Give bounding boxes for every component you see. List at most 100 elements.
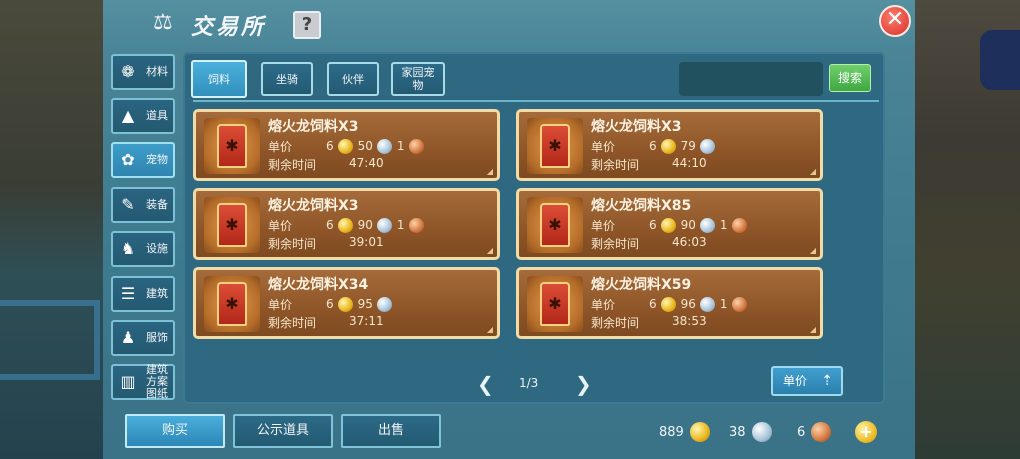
item-thumbnail: ✱ (527, 118, 583, 174)
sidebar-item-blueprints[interactable]: ▥ 建筑方案图纸 (111, 364, 175, 400)
sidebar-item-label: 服饰 (146, 331, 168, 344)
item-name: 熔火龙饲料X3 (591, 119, 682, 135)
copper-balance: 6 (797, 422, 832, 442)
gold-amount: 6 (649, 218, 657, 232)
materials-icon: ❁ (121, 62, 135, 81)
item-name: 熔火龙饲料X85 (591, 198, 692, 214)
gold-amount: 6 (649, 297, 657, 311)
sidebar-item-label: 道具 (146, 109, 168, 122)
sidebar-item-tools[interactable]: ▲ 道具 (111, 98, 175, 134)
silver-balance-value: 38 (729, 424, 746, 440)
title-bar: ⚖ 交易所 ? ✕ (103, 0, 915, 48)
next-page-button[interactable]: ❯ (575, 372, 592, 396)
silver-coin-icon (376, 138, 392, 154)
sidebar-item-pets[interactable]: ✿ 宠物 (111, 142, 175, 178)
tab-mounts[interactable]: 坐骑 (261, 62, 313, 96)
listing-card[interactable]: ✱ 熔火龙饲料X3 单价 6 90 1 剩余时间 39:01 ◢ (193, 188, 500, 260)
time-label: 剩余时间 (268, 158, 317, 172)
silver-coin-icon (376, 296, 392, 312)
blueprint-icon: ▥ (120, 372, 136, 391)
gold-amount: 6 (326, 139, 334, 153)
search-input[interactable] (679, 62, 823, 96)
silver-coin-icon (376, 217, 392, 233)
sort-label: 单价 (783, 374, 808, 388)
gold-amount: 6 (326, 218, 334, 232)
listing-card[interactable]: ✱ 熔火龙饲料X85 单价 6 90 1 剩余时间 46:03 ◢ (516, 188, 823, 260)
time-label: 剩余时间 (591, 316, 640, 330)
prev-page-button[interactable]: ❮ (477, 372, 494, 396)
copper-coin-icon (408, 217, 424, 233)
item-name: 熔火龙饲料X3 (268, 198, 359, 214)
time-remaining: 47:40 (349, 156, 384, 170)
gold-coin-icon (660, 138, 676, 154)
gold-balance-value: 889 (659, 424, 684, 440)
price-label: 单价 (591, 140, 616, 154)
sort-by-price-button[interactable]: 单价 ⇡ (771, 366, 843, 396)
copper-coin-icon (811, 422, 832, 442)
exchange-panel: ⚖ 交易所 ? ✕ ❁ 材料 ▲ 道具 ✿ 宠物 ✎ 装备 ♞ 设施 ☰ 建筑 … (103, 0, 915, 459)
silver-coin-icon (699, 217, 715, 233)
time-remaining: 37:11 (349, 314, 384, 328)
sidebar-item-buildings[interactable]: ☰ 建筑 (111, 276, 175, 312)
page-title: 交易所 (191, 15, 267, 40)
sidebar-item-label: 建筑方案图纸 (146, 363, 168, 400)
item-thumbnail: ✱ (204, 276, 260, 332)
price-values: 6 90 1 (326, 216, 429, 234)
copper-balance-value: 6 (797, 424, 806, 440)
search-button[interactable]: 搜索 (829, 64, 871, 92)
corner-mark-icon: ◢ (486, 246, 493, 255)
sidebar-item-equipment[interactable]: ✎ 装备 (111, 187, 175, 223)
listing-card[interactable]: ✱ 熔火龙饲料X3 单价 6 50 1 剩余时间 47:40 ◢ (193, 109, 500, 181)
gold-amount: 6 (326, 297, 334, 311)
corner-mark-icon: ◢ (486, 167, 493, 176)
corner-mark-icon: ◢ (809, 246, 816, 255)
listing-card[interactable]: ✱ 熔火龙饲料X34 单价 6 95 剩余时间 37:11 ◢ (193, 267, 500, 339)
background-left (0, 0, 110, 459)
item-name: 熔火龙饲料X3 (268, 119, 359, 135)
sidebar-item-facilities[interactable]: ♞ 设施 (111, 231, 175, 267)
price-values: 6 50 1 (326, 137, 429, 155)
silver-amount: 79 (680, 139, 696, 153)
time-label: 剩余时间 (268, 316, 317, 330)
paw-icon: ✿ (121, 150, 135, 169)
item-thumbnail: ✱ (527, 197, 583, 253)
listing-area: 饲料 坐骑 伙伴 家园宠物 搜索 ✱ 熔火龙饲料X3 单价 6 50 1 剩余时… (183, 52, 885, 404)
scales-icon: ⚖ (153, 10, 173, 35)
time-remaining: 39:01 (349, 235, 384, 249)
gold-coin-icon (660, 296, 676, 312)
add-currency-button[interactable]: + (855, 421, 877, 443)
copper-amount: 1 (719, 297, 728, 311)
item-thumbnail: ✱ (527, 276, 583, 332)
sidebar-item-materials[interactable]: ❁ 材料 (111, 54, 175, 90)
background-right (910, 0, 1020, 459)
listing-card[interactable]: ✱ 熔火龙饲料X59 单价 6 96 1 剩余时间 38:53 ◢ (516, 267, 823, 339)
gold-balance: 889 (659, 422, 710, 442)
tab-partners[interactable]: 伙伴 (327, 62, 379, 96)
sidebar-item-label: 设施 (146, 242, 168, 255)
gold-coin-icon (660, 217, 676, 233)
silver-amount: 90 (357, 218, 373, 232)
price-values: 6 79 (649, 137, 720, 155)
gold-amount: 6 (649, 139, 657, 153)
buy-button[interactable]: 购买 (125, 414, 225, 448)
sort-arrow-icon: ⇡ (821, 373, 833, 389)
listing-card[interactable]: ✱ 熔火龙饲料X3 单价 6 79 剩余时间 44:10 ◢ (516, 109, 823, 181)
equipment-icon: ✎ (121, 195, 135, 214)
time-label: 剩余时间 (591, 237, 640, 251)
sidebar-item-clothing[interactable]: ♟ 服饰 (111, 320, 175, 356)
publish-items-button[interactable]: 公示道具 (233, 414, 333, 448)
silver-amount: 50 (357, 139, 373, 153)
feed-bag-icon: ✱ (540, 282, 570, 326)
copper-amount: 1 (719, 218, 728, 232)
tab-home-pets[interactable]: 家园宠物 (391, 62, 445, 96)
help-button[interactable]: ? (293, 11, 321, 39)
price-label: 单价 (268, 298, 293, 312)
close-button[interactable]: ✕ (879, 5, 911, 37)
feed-bag-icon: ✱ (540, 124, 570, 168)
tool-icon: ▲ (121, 106, 135, 125)
tab-feed[interactable]: 饲料 (191, 60, 247, 98)
copper-amount: 1 (396, 218, 405, 232)
sell-button[interactable]: 出售 (341, 414, 441, 448)
silver-amount: 95 (357, 297, 373, 311)
gold-coin-icon (689, 422, 710, 442)
